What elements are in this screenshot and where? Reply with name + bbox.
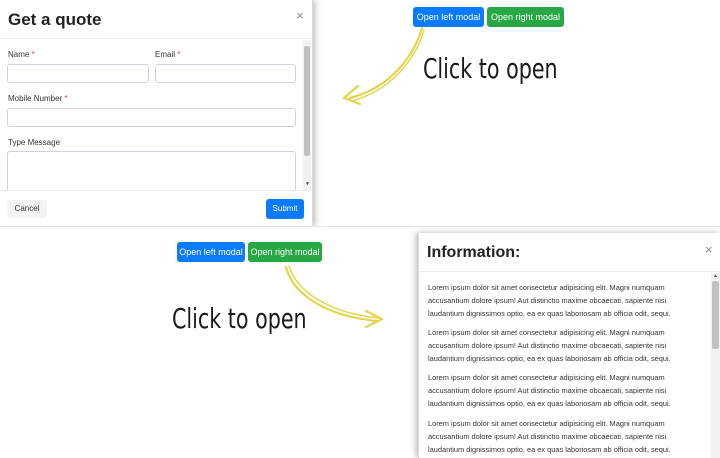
information-modal: Information: × Lorem ipsum dolor sit ame…	[418, 233, 720, 458]
modal-header-divider	[0, 38, 312, 39]
demo-panel-left-modal-open: Open left modal Open right modal Click t…	[0, 0, 720, 226]
info-paragraph: Lorem ipsum dolor sit amet consectetur a…	[428, 373, 671, 408]
message-label: Type Message	[8, 138, 61, 147]
scroll-down-arrow-icon[interactable]: ▼	[305, 182, 310, 187]
open-right-modal-button[interactable]: Open right modal	[248, 242, 322, 262]
name-input[interactable]	[7, 64, 149, 83]
cancel-button[interactable]: Cancel	[7, 200, 47, 218]
email-label: Email *	[155, 50, 181, 59]
info-paragraph: Lorem ipsum dolor sit amet consectetur a…	[428, 283, 671, 318]
click-to-open-hint: Click to open	[423, 52, 558, 85]
quote-modal-title: Get a quote	[8, 10, 102, 29]
name-label: Name *	[8, 50, 35, 59]
open-right-modal-button[interactable]: Open right modal	[487, 7, 564, 27]
close-icon[interactable]: ×	[296, 8, 304, 23]
demo-panel-right-modal-open: Open left modal Open right modal Click t…	[0, 227, 720, 458]
modal-scrollbar[interactable]: ▼	[303, 40, 311, 190]
submit-button[interactable]: Submit	[266, 199, 304, 219]
message-textarea[interactable]	[7, 151, 296, 191]
click-to-open-hint: Click to open	[172, 302, 307, 335]
modal-footer-divider	[0, 190, 312, 191]
information-modal-title: Information:	[427, 244, 521, 261]
email-input[interactable]	[155, 64, 296, 83]
scrollbar-thumb[interactable]	[712, 281, 719, 349]
close-icon[interactable]: ×	[705, 242, 713, 257]
curved-arrow-icon	[342, 26, 425, 106]
mobile-label: Mobile Number *	[8, 94, 68, 103]
open-left-modal-button[interactable]: Open left modal	[177, 242, 245, 262]
quote-modal: Get a quote × Name * Email * Mobile Numb…	[0, 0, 313, 226]
modal-header-divider	[419, 271, 720, 272]
info-paragraph: Lorem ipsum dolor sit amet consectetur a…	[428, 328, 671, 363]
scrollbar-thumb[interactable]	[304, 46, 310, 156]
modal-scrollbar[interactable]: ▲	[711, 273, 720, 458]
mobile-input[interactable]	[7, 108, 296, 127]
scroll-up-arrow-icon[interactable]: ▲	[713, 274, 718, 279]
info-paragraph: Lorem ipsum dolor sit amet consectetur a…	[428, 419, 671, 454]
